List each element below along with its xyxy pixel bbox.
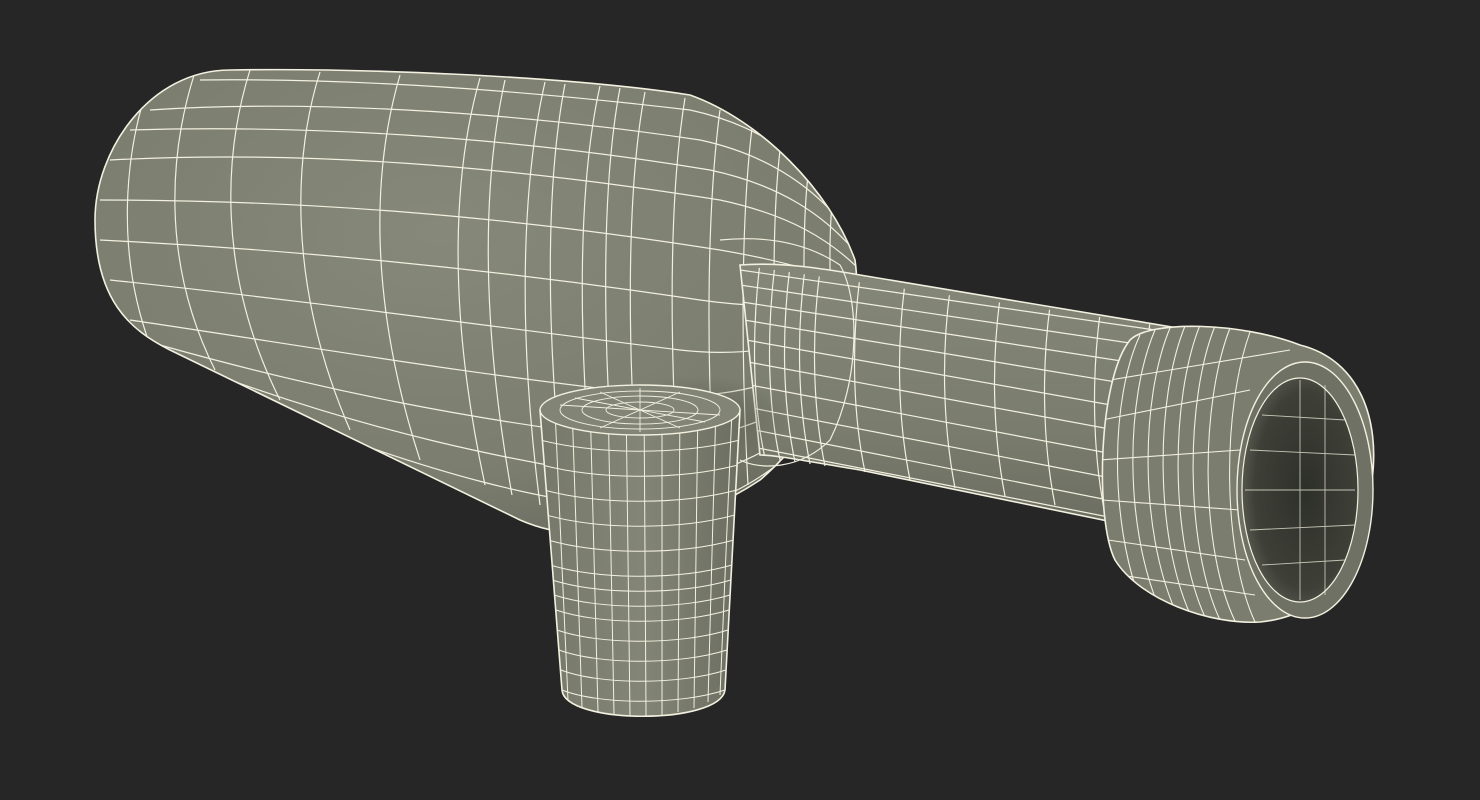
cork (539, 384, 741, 718)
3d-viewport (0, 0, 1480, 800)
wireframe-render (94, 68, 1375, 718)
bottle-collar (1101, 325, 1375, 624)
